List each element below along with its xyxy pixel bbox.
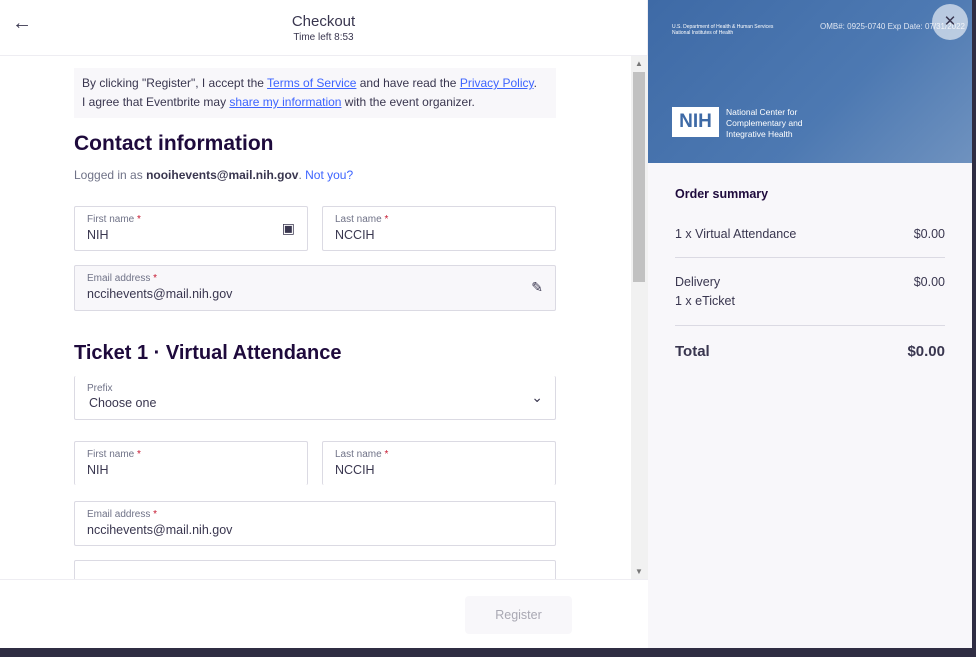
page-title: Checkout (291, 13, 356, 30)
checkout-panel: ← Checkout Time left 8:53 By clicking "R… (0, 0, 648, 648)
time-left: Time left 8:53 (293, 32, 354, 43)
field-label: Email address * (87, 273, 158, 284)
notice-text: I agree that Eventbrite may (82, 95, 230, 109)
summary-delivery: Delivery $0.00 (675, 275, 945, 289)
contact-email-field[interactable]: Email address * nccihevents@mail.nih.gov… (74, 265, 556, 311)
field-value: Choose one (89, 396, 157, 410)
share-info-link[interactable]: share my information (229, 95, 341, 109)
ticket-last-name-field[interactable]: Last name * NCCIH (322, 441, 556, 485)
notice-text: . (533, 76, 537, 90)
checkout-modal: ← Checkout Time left 8:53 By clicking "R… (0, 0, 972, 648)
contact-heading: Contact information (74, 132, 274, 155)
notice-text: By clicking "Register", I accept the (82, 76, 268, 90)
not-you-link[interactable]: Not you? (305, 168, 353, 182)
logged-prefix: Logged in as (74, 168, 147, 182)
scroll-up-icon[interactable]: ▲ (635, 59, 643, 68)
ticket-heading: Ticket 1 · Virtual Attendance (74, 342, 342, 364)
contact-first-name-field[interactable]: First name * NIH ▣ (74, 206, 308, 251)
next-field[interactable] (74, 560, 556, 579)
logged-email: nooihevents@mail.nih.gov (146, 168, 299, 182)
ticket-first-name-field[interactable]: First name * NIH (74, 441, 308, 485)
field-label: Last name * (335, 214, 389, 225)
close-icon[interactable]: ✕ (932, 4, 968, 40)
scrollbar-thumb[interactable] (633, 72, 645, 282)
summary-delivery-item: 1 x eTicket (675, 294, 735, 308)
field-value: NCCIH (335, 228, 375, 242)
privacy-link[interactable]: Privacy Policy (460, 76, 534, 90)
summary-line-item: 1 x Virtual Attendance $0.00 (675, 227, 945, 241)
divider (675, 257, 945, 258)
field-value: nccihevents@mail.nih.gov (87, 287, 233, 301)
org-name: National Center for Complementary and Inte… (726, 107, 803, 139)
prefix-select[interactable]: Prefix Choose one ⌄ (74, 376, 556, 420)
order-summary-title: Order summary (675, 187, 769, 201)
contact-last-name-field[interactable]: Last name * NCCIH (322, 206, 556, 251)
field-label: First name * (87, 214, 141, 225)
field-label: First name * (87, 449, 141, 460)
banner-dept: U.S. Department of Health & Human Servic… (672, 24, 774, 36)
contact-card-icon: ▣ (281, 220, 295, 236)
edit-pencil-icon[interactable]: ✎ (531, 279, 543, 296)
chevron-down-icon: ⌄ (531, 389, 543, 405)
terms-link[interactable]: Terms of Service (267, 76, 356, 90)
logged-in-text: Logged in as nooihevents@mail.nih.gov. N… (74, 168, 354, 182)
scroll-down-icon[interactable]: ▼ (635, 567, 643, 576)
back-arrow-icon[interactable]: ← (12, 12, 32, 35)
field-value: nccihevents@mail.nih.gov (87, 523, 233, 537)
form-scroll-area: By clicking "Register", I accept the Ter… (0, 56, 631, 579)
event-banner: U.S. Department of Health & Human Servic… (648, 0, 972, 163)
summary-total: Total $0.00 (675, 343, 945, 360)
field-value: NIH (87, 228, 109, 242)
terms-notice: By clicking "Register", I accept the Ter… (74, 68, 556, 118)
scrollbar[interactable]: ▲ ▼ (631, 56, 648, 579)
order-summary-panel: U.S. Department of Health & Human Servic… (648, 0, 972, 648)
notice-text: and have read the (356, 76, 460, 90)
checkout-header: ← Checkout Time left 8:53 (0, 0, 647, 56)
ticket-email-field[interactable]: Email address * nccihevents@mail.nih.gov (74, 501, 556, 546)
field-value: NCCIH (335, 463, 375, 477)
field-value: NIH (87, 463, 109, 477)
field-label: Email address * (87, 509, 158, 520)
field-label: Prefix (87, 383, 113, 394)
notice-text: with the event organizer. (341, 95, 475, 109)
nih-logo: NIH (672, 107, 719, 137)
divider (675, 325, 945, 326)
register-button[interactable]: Register (465, 596, 572, 634)
checkout-footer: Register (0, 579, 648, 648)
field-label: Last name * (335, 449, 389, 460)
